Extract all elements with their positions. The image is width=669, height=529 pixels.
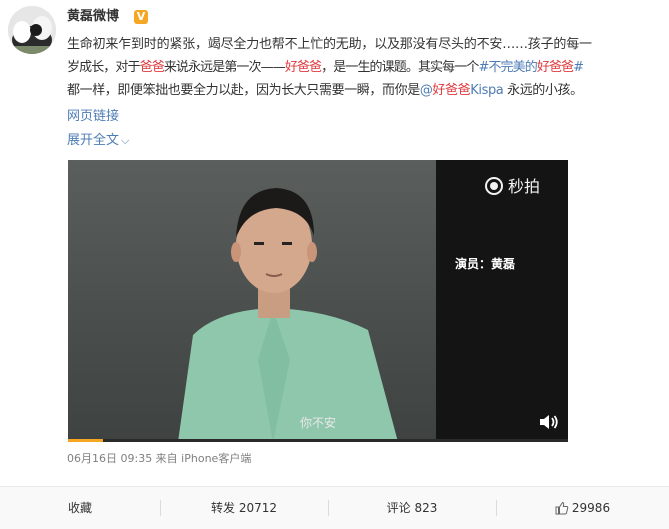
miaopai-logo-icon: 秒拍 (485, 177, 540, 197)
video-credit: 演员：黄磊 (455, 257, 516, 271)
speaker-icon[interactable] (538, 413, 560, 431)
post-text-segment: 岁成长，对于 (67, 60, 141, 75)
thumbs-up-icon (555, 501, 569, 515)
topic-link[interactable]: #不完美的 (478, 60, 537, 75)
expand-full-text-link[interactable]: 展开全文 ⌵ (67, 131, 129, 151)
video-player[interactable]: 秒拍 演员：黄磊 你不安 (68, 160, 568, 442)
favorite-label: 收藏 (67, 501, 92, 515)
post-text-segment: 生命初来乍到时的紧张，竭尽全力也帮不上忙的无助，以及那没有尽头的不安……孩子的每… (67, 37, 592, 52)
avatar[interactable] (8, 6, 56, 54)
keyword-highlight[interactable]: 好爸爸 (285, 60, 322, 75)
video-still-actor (178, 188, 398, 442)
video-dark-area (436, 160, 568, 442)
verified-v-icon: V (134, 10, 148, 24)
post-text-line: 生命初来乍到时的紧张，竭尽全力也帮不上忙的无助，以及那没有尽头的不安……孩子的每… (67, 33, 663, 56)
web-link[interactable]: 网页链接 (67, 107, 119, 127)
keyword-highlight[interactable]: 好爸爸 (432, 83, 470, 98)
topic-link[interactable]: # (573, 60, 584, 75)
keyword-highlight[interactable]: 好爸爸 (537, 60, 574, 75)
author-name[interactable]: 黄磊微博 (67, 8, 119, 26)
video-watermark: 秒拍 (508, 177, 541, 196)
topic-link[interactable]: @ (420, 83, 433, 98)
video-progress-fill (68, 439, 103, 442)
favorite-button[interactable]: 收藏 (0, 487, 160, 529)
post-text: 生命初来乍到时的紧张，竭尽全力也帮不上忙的无助，以及那没有尽头的不安……孩子的每… (67, 33, 663, 102)
post-text-line: 岁成长，对于爸爸来说永远是第一次——好爸爸，是一生的课题。其实每一个#不完美的好… (67, 56, 663, 79)
post-text-line: 都一样，即便笨拙也要全力以赴，因为长大只需要一瞬，而你是@好爸爸Kispa 永远… (67, 79, 663, 102)
video-progress-bar[interactable] (68, 439, 568, 442)
weibo-post-card: 黄磊微博 V 生命初来乍到时的紧张，竭尽全力也帮不上忙的无助，以及那没有尽头的不… (0, 0, 669, 529)
comment-label: 评论 823 (386, 501, 438, 515)
topic-link[interactable]: Kispa (470, 83, 504, 98)
post-text-segment: 永远的小孩。 (503, 83, 583, 98)
like-count: 29986 (571, 501, 611, 515)
video-subtitle: 你不安 (299, 416, 336, 430)
repost-label: 转发 20712 (211, 501, 277, 515)
action-bar: 收藏 转发 20712 评论 823 29986 (0, 487, 669, 529)
like-button[interactable]: 29986 (496, 487, 669, 529)
post-text-segment: 都一样，即便笨拙也要全力以赴，因为长大只需要一瞬，而你是 (67, 83, 420, 98)
post-meta: 06月16日 09:35 来自 iPhone客户端 (67, 452, 252, 465)
post-text-segment: 来说永远是第一次—— (163, 60, 286, 75)
keyword-highlight[interactable]: 爸爸 (140, 60, 165, 75)
repost-button[interactable]: 转发 20712 (160, 487, 328, 529)
chevron-down-icon: ⌵ (121, 134, 130, 147)
expand-label: 展开全文 (67, 133, 120, 148)
post-text-segment: ，是一生的课题。其实每一个 (321, 60, 479, 75)
comment-button[interactable]: 评论 823 (328, 487, 496, 529)
